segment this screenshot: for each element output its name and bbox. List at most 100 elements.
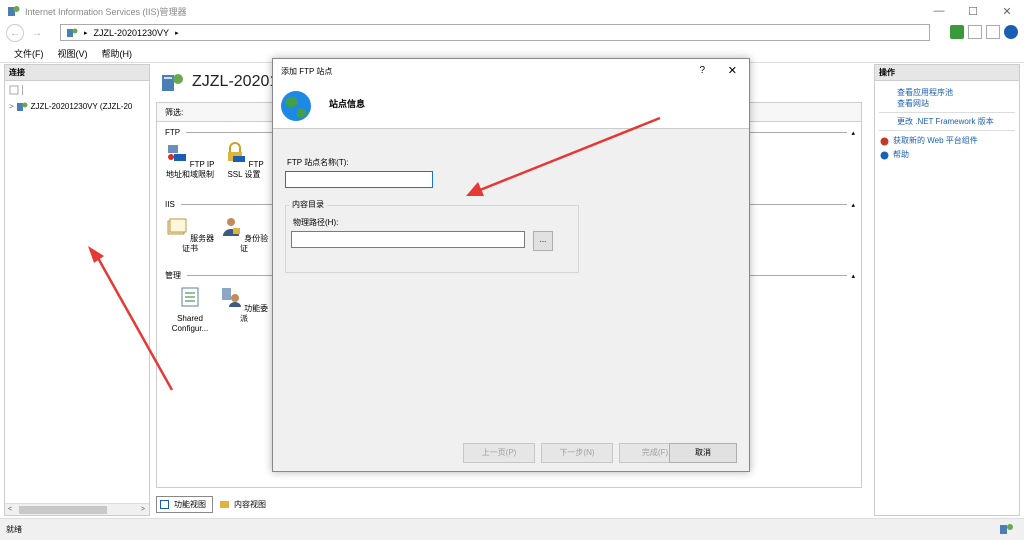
close-button[interactable]: ✕ (990, 0, 1024, 22)
lock-icon (228, 142, 246, 162)
dialog-close-button[interactable]: ✕ (728, 64, 737, 77)
page-title: ZJZL-20201 (162, 72, 278, 92)
scroll-thumb[interactable] (19, 506, 107, 514)
physical-path-label: 物理路径(H): (293, 218, 339, 227)
address-field[interactable]: ▸ ZJZL-20201230VY ▸ (60, 24, 930, 41)
collapse-icon[interactable]: ▴ (851, 129, 855, 137)
dialog-heading: 站点信息 (329, 99, 366, 109)
minimize-button[interactable]: — (922, 0, 956, 22)
action-label: 帮助 (893, 150, 909, 159)
tree-node-label: ZJZL-20201230VY (ZJZL-20 (30, 102, 133, 111)
menu-file[interactable]: 文件(F) (14, 47, 44, 60)
breadcrumb-server[interactable]: ZJZL-20201230VY (94, 28, 170, 38)
collapse-icon[interactable]: ▴ (851, 201, 855, 209)
status-text: 就绪 (6, 525, 22, 534)
actions-header: 操作 (875, 65, 1019, 81)
action-help[interactable]: 帮助 (875, 148, 1019, 162)
collapse-icon[interactable]: ▴ (851, 272, 855, 280)
breadcrumb-separator: ▸ (84, 29, 88, 37)
tab-features-view[interactable]: 功能视图 (156, 495, 213, 513)
feature-server-certificates[interactable]: 服务器证书 (165, 216, 215, 254)
server-icon (162, 74, 183, 91)
action-divider (879, 130, 1015, 131)
back-button[interactable]: ← (6, 24, 24, 42)
scroll-right-arrow[interactable]: > (141, 506, 145, 513)
breadcrumb-arrow[interactable]: ▸ (175, 29, 179, 37)
help-dropdown-icon[interactable] (1004, 25, 1018, 39)
physical-path-input[interactable] (291, 231, 525, 248)
action-divider (879, 112, 1015, 113)
scroll-left-arrow[interactable]: < (8, 506, 12, 513)
next-button[interactable]: 下一步(N) (541, 443, 613, 463)
site-name-label: FTP 站点名称(T): (287, 158, 349, 167)
content-view-icon (220, 500, 229, 508)
maximize-button[interactable]: ☐ (956, 0, 990, 22)
window-title: Internet Information Services (IIS)管理器 (25, 6, 187, 17)
user-lock-icon (222, 218, 240, 236)
view-tabs: 功能视图 内容视图 (156, 495, 272, 513)
delegation-icon (221, 288, 241, 307)
help-icon (880, 151, 889, 159)
dialog-title-bar: 添加 FTP 站点 ? ✕ (273, 59, 749, 83)
add-ftp-site-dialog: 添加 FTP 站点 ? ✕ 站点信息 FTP 站点名称(T): 内容目录 物理路… (272, 58, 750, 472)
action-view-sites[interactable]: 查看网站 (875, 98, 1019, 109)
feature-label: Shared Configur... (171, 314, 209, 333)
site-name-input[interactable] (285, 171, 433, 188)
connect-icon[interactable] (950, 25, 964, 39)
shared-config-icon (181, 287, 199, 307)
certificate-icon (167, 218, 187, 235)
status-bar: 就绪 (0, 518, 1024, 540)
feature-label: 功能委派 (240, 304, 269, 323)
dialog-title: 添加 FTP 站点 (281, 66, 333, 76)
dialog-help-button[interactable]: ? (699, 65, 705, 76)
save-icon[interactable] (9, 85, 19, 95)
action-change-net-framework[interactable]: 更改 .NET Framework 版本 (875, 116, 1019, 127)
action-view-app-pools[interactable]: 查看应用程序池 (875, 87, 1019, 98)
feature-shared-configuration[interactable]: Shared Configur... (165, 286, 215, 334)
connections-header: 连接 (5, 65, 149, 81)
feature-authentication[interactable]: 身份验证 (219, 216, 269, 254)
actions-pane: 操作 查看应用程序池 查看网站 更改 .NET Framework 版本 获取新… (874, 64, 1020, 516)
home-icon[interactable] (986, 25, 1000, 39)
group-label-iis: IIS (165, 200, 175, 209)
iis-app-icon (8, 6, 20, 16)
server-icon (67, 28, 78, 37)
previous-button[interactable]: 上一页(P) (463, 443, 535, 463)
horizontal-scrollbar[interactable]: < > (5, 503, 149, 515)
feature-ftp-ip[interactable]: FTP IP 地址和域限制 (165, 142, 215, 180)
server-status-icon (1000, 524, 1013, 534)
features-view-icon (160, 499, 169, 509)
page-title-text: ZJZL-20201 (192, 73, 279, 90)
menu-view[interactable]: 视图(V) (58, 47, 88, 60)
feature-label: 身份验证 (240, 234, 269, 253)
window-controls: — ☐ ✕ (922, 0, 1024, 22)
content-directory-label: 内容目录 (289, 199, 327, 210)
server-icon (16, 102, 28, 111)
browse-button[interactable]: ... (533, 231, 553, 251)
menu-help[interactable]: 帮助(H) (102, 47, 133, 60)
dialog-header: 站点信息 (273, 83, 749, 129)
action-label: 获取新的 Web 平台组件 (893, 136, 978, 145)
filter-label: 筛选: (165, 107, 184, 117)
tab-label: 功能视图 (174, 499, 206, 509)
tree-expander[interactable]: > (9, 102, 14, 111)
filter-input[interactable] (187, 106, 267, 118)
tab-label: 内容视图 (234, 499, 266, 509)
web-platform-icon (880, 137, 889, 145)
tab-content-view[interactable]: 内容视图 (217, 497, 272, 512)
action-get-web-platform[interactable]: 获取新的 Web 平台组件 (875, 134, 1019, 148)
ftp-ip-restrictions-icon (167, 145, 186, 161)
connections-pane: 连接 > ZJZL-20201230VY (ZJZL-20 < > (4, 64, 150, 516)
forward-button[interactable]: → (28, 24, 46, 42)
title-bar: Internet Information Services (IIS)管理器 —… (0, 0, 1024, 22)
address-tools (950, 25, 1018, 39)
group-label-ftp: FTP (165, 128, 181, 137)
tree-node-server[interactable]: > ZJZL-20201230VY (ZJZL-20 (5, 99, 149, 114)
cancel-button[interactable]: 取消 (669, 443, 737, 463)
feature-delegation[interactable]: 功能委派 (219, 286, 269, 324)
mail-icon[interactable] (968, 25, 982, 39)
address-bar: ← → ▸ ZJZL-20201230VY ▸ (0, 22, 1024, 44)
connections-toolbar (5, 81, 149, 99)
group-label-manage: 管理 (165, 271, 181, 280)
feature-ftp-ssl[interactable]: FTP SSL 设置 (219, 142, 269, 180)
